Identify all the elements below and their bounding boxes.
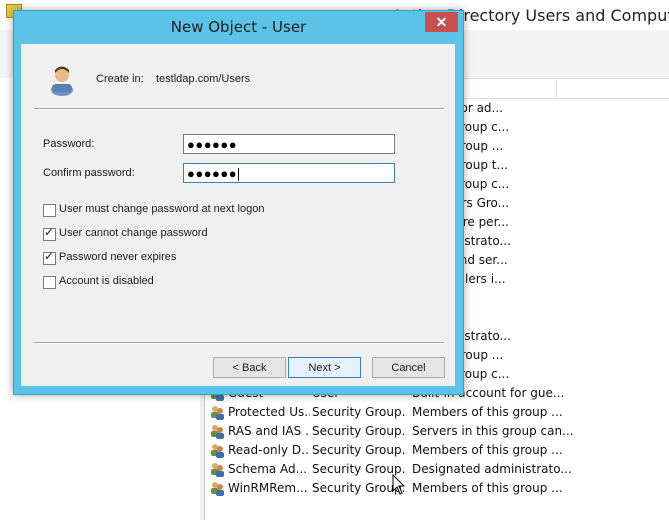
name-cell: WinRMRem... [228,481,308,495]
group-icon [211,444,224,458]
dialog-title: New Object - User [170,18,307,36]
header-separator [34,108,444,110]
name-cell: Protected Us... [228,405,310,419]
option-label: User must change password at next logon [59,203,265,215]
type-cell: Security Group... [312,443,407,457]
footer-separator [34,342,444,344]
table-row[interactable]: RAS and IAS ... Security Group... Servers … [205,422,669,441]
mouse-cursor-icon [392,474,406,495]
option-label: Password never expires [59,251,177,263]
password-field-value: ●●●●●● [187,137,238,152]
group-icon [211,406,224,420]
confirm-password-field-value: ●●●●●● [187,166,238,181]
dialog-client-area: Create in: testldap.com/Users Password: … [21,44,455,386]
check-icon: ✓ [44,249,55,263]
option-label: Account is disabled [59,275,154,287]
group-icon [211,463,224,477]
description-cell: Members of this group ... [412,443,563,457]
table-row[interactable]: Read-only D... Security Group... Members o… [205,441,669,460]
back-button[interactable]: < Back [213,357,286,378]
type-cell: Security Group... [312,405,407,419]
cancel-button[interactable]: Cancel [372,357,445,378]
account-disabled-checkbox[interactable] [43,276,56,289]
confirm-password-label: Confirm password: [43,167,135,179]
table-row[interactable]: WinRMRem... Security Group... Members of t… [205,479,669,498]
description-cell: Members of this group ... [412,405,563,419]
check-icon: ✓ [44,225,55,239]
name-cell: Read-only D... [228,443,310,457]
group-icon [211,425,224,439]
table-row[interactable]: Schema Ad... Security Group... Designated … [205,460,669,479]
confirm-password-field[interactable]: ●●●●●● [183,163,395,183]
text-caret [238,168,240,182]
description-cell: Servers in this group can... [412,424,574,438]
next-button[interactable]: Next > [288,357,361,378]
password-never-expires-checkbox[interactable]: ✓ [43,249,56,265]
description-cell: Designated administrato... [412,462,572,476]
name-cell: RAS and IAS ... [228,424,310,438]
close-button[interactable]: ✕ [425,12,458,32]
must-change-password-checkbox[interactable] [43,204,56,217]
description-cell: Members of this group ... [412,481,563,495]
table-row[interactable]: Protected Us... Security Group... Members … [205,403,669,422]
password-field[interactable]: ●●●●●● [183,134,395,154]
close-icon: ✕ [435,14,448,30]
option-label: User cannot change password [59,227,208,239]
group-icon [211,482,224,496]
cannot-change-password-checkbox[interactable]: ✓ [43,225,56,241]
user-icon [51,66,73,96]
create-in-label: Create in: [96,73,144,85]
name-cell: Schema Ad... [228,462,308,476]
dialog-titlebar[interactable]: New Object - User ✕ [14,11,463,44]
create-in-value: testldap.com/Users [156,73,251,85]
type-cell: Security Group... [312,424,407,438]
new-object-user-dialog: New Object - User ✕ Create in: testldap.… [13,10,464,395]
password-label: Password: [43,138,95,150]
